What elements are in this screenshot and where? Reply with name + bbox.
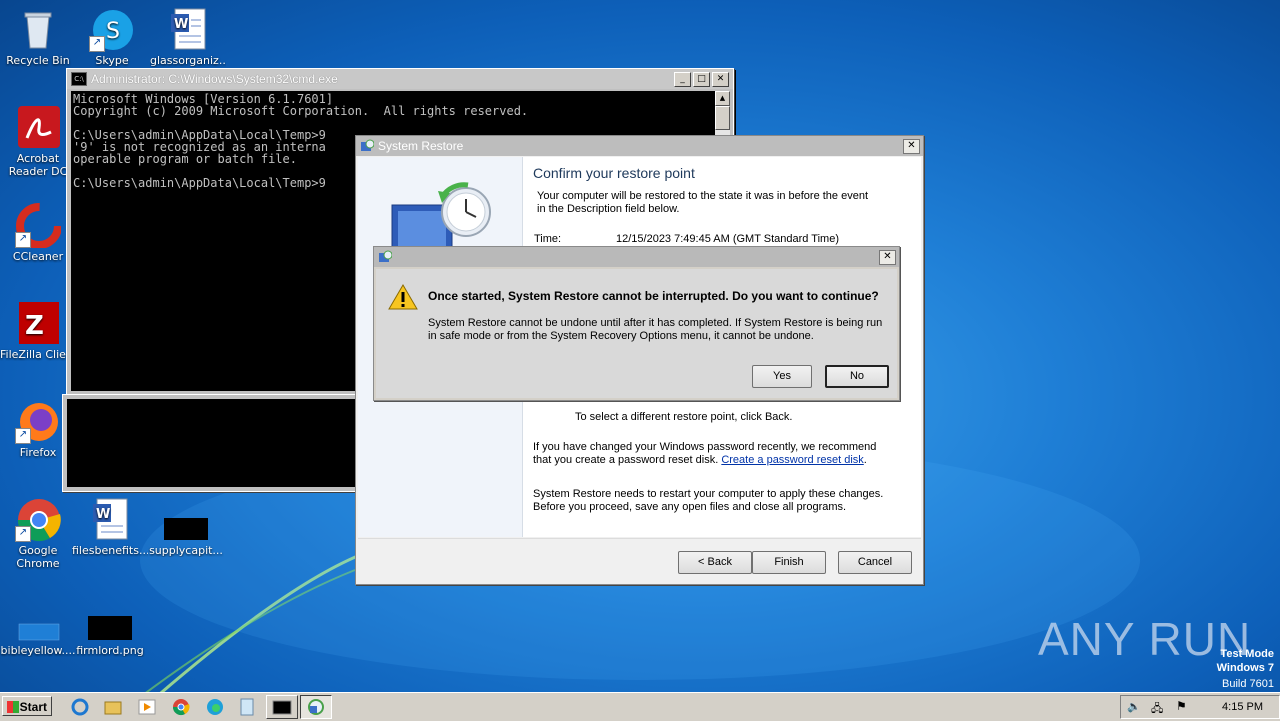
desktop-icon-skype[interactable]: S ↗ Skype	[74, 6, 150, 67]
system-tray: 🔈 🖧 ⚑ 4:15 PM	[1120, 695, 1280, 719]
recycle-bin-icon	[15, 6, 61, 52]
time-value: 12/15/2023 7:49:45 AM (GMT Standard Time…	[616, 233, 839, 245]
time-label: Time:	[534, 233, 562, 245]
desktop-icon-recycle-bin[interactable]: Recycle Bin	[0, 6, 76, 67]
taskbar: Start 🔈 🖧 ⚑ 4:15 PM	[0, 692, 1280, 721]
svg-text:S: S	[106, 19, 120, 44]
scroll-thumb[interactable]	[715, 106, 730, 130]
firefox-icon: ↗	[15, 398, 61, 444]
black-file-icon	[87, 604, 133, 642]
build-label: Build 7601	[1222, 678, 1274, 690]
volume-icon[interactable]: 🔈	[1127, 700, 1141, 713]
system-restore-icon	[361, 139, 374, 151]
password-text-line1: If you have changed your Windows passwor…	[533, 441, 877, 453]
confirm-dialog[interactable]: ✕ Once started, System Restore cannot be…	[373, 246, 900, 401]
clock[interactable]: 4:15 PM	[1222, 701, 1263, 713]
word-document-icon: W	[87, 496, 133, 542]
cmd-titlebar[interactable]: C:\ Administrator: C:\Windows\System32\c…	[67, 69, 733, 89]
cmd-title: Administrator: C:\Windows\System32\cmd.e…	[91, 72, 338, 86]
warning-icon	[388, 284, 418, 310]
dialog-heading: Once started, System Restore cannot be i…	[428, 289, 879, 303]
black-file-icon	[163, 496, 209, 542]
test-mode-label: Test Mode	[1220, 648, 1274, 660]
taskbar-system-restore-button[interactable]	[300, 695, 332, 719]
system-restore-titlebar[interactable]: System Restore ✕	[356, 136, 923, 156]
close-button[interactable]: ✕	[903, 138, 920, 154]
desktop-icon-glassorganiz[interactable]: W glassorganiz...	[150, 6, 226, 67]
desktop-icon-filezilla[interactable]: Z FileZilla Client	[0, 300, 76, 361]
back-button[interactable]: < Back	[678, 551, 752, 574]
svg-text:W: W	[96, 507, 110, 522]
acrobat-icon	[15, 104, 61, 150]
svg-text:W: W	[174, 17, 188, 32]
start-button[interactable]: Start	[2, 696, 52, 716]
svg-text:Z: Z	[25, 311, 44, 341]
desktop-icon-supplycapit[interactable]: supplycapit...	[148, 496, 224, 557]
dialog-message: System Restore cannot be undone until af…	[428, 317, 883, 342]
close-button[interactable]: ✕	[879, 249, 896, 265]
system-restore-icon	[379, 250, 392, 262]
desktop-icon-filesbenefits[interactable]: W filesbenefits...	[72, 496, 148, 557]
cancel-button[interactable]: Cancel	[838, 551, 912, 574]
intro-text-line1: Your computer will be restored to the st…	[537, 190, 868, 202]
restart-text-line2: Before you proceed, save any open files …	[533, 501, 847, 513]
close-button[interactable]: ✕	[712, 71, 729, 87]
finish-button[interactable]: Finish	[752, 551, 826, 574]
chrome-icon: ↗	[15, 496, 61, 542]
skype-icon: S ↗	[89, 6, 135, 52]
desktop-icon-firmlord[interactable]: firmlord.png	[72, 604, 148, 657]
page-title: Confirm your restore point	[533, 165, 695, 181]
anyrun-logo: ANY RUN	[1038, 613, 1252, 665]
action-center-flag-icon[interactable]: ⚑	[1176, 699, 1187, 713]
windows-version-label: Windows 7	[1216, 662, 1274, 674]
edge-icon[interactable]	[205, 697, 225, 717]
scroll-up-arrow-icon[interactable]: ▲	[715, 91, 730, 106]
chrome-icon[interactable]	[171, 697, 191, 717]
system-restore-icon	[308, 699, 324, 715]
ie-icon[interactable]	[70, 697, 90, 717]
filezilla-icon: Z	[15, 300, 61, 346]
blank-file-icon	[15, 604, 61, 642]
maximize-button[interactable]: □	[693, 71, 710, 87]
yes-button[interactable]: Yes	[752, 365, 812, 388]
dialog-titlebar[interactable]: ✕	[374, 247, 899, 267]
network-icon[interactable]: 🖧	[1151, 700, 1163, 719]
ccleaner-icon: ↗	[15, 202, 62, 249]
explorer-icon[interactable]	[103, 697, 123, 717]
media-player-icon[interactable]	[137, 697, 157, 717]
intro-text-line2: in the Description field below.	[537, 203, 680, 215]
desktop-icon-bibleyellow[interactable]: bibleyellow....	[0, 604, 76, 657]
desktop-icon-chrome[interactable]: ↗ Google Chrome	[0, 496, 76, 570]
notepad-icon[interactable]	[237, 697, 257, 717]
cmd-icon	[272, 700, 292, 715]
minimize-button[interactable]: _	[674, 71, 691, 87]
desktop-icon-ccleaner[interactable]: ↗ CCleaner	[0, 202, 76, 263]
different-point-text: To select a different restore point, cli…	[575, 411, 793, 423]
word-document-icon: W	[165, 6, 211, 52]
cmd-icon: C:\	[71, 72, 87, 86]
wizard-footer: < Back Finish Cancel	[358, 538, 921, 583]
desktop-icon-acrobat[interactable]: Acrobat Reader DC	[0, 104, 76, 178]
password-text-line2: that you create a password reset disk. C…	[533, 454, 867, 466]
system-restore-title: System Restore	[378, 139, 464, 153]
no-button[interactable]: No	[825, 365, 889, 388]
password-reset-link[interactable]: Create a password reset disk	[721, 454, 863, 466]
console-line: Copyright (c) 2009 Microsoft Corporation…	[73, 104, 529, 118]
taskbar-cmd-button[interactable]	[266, 695, 298, 719]
restart-text-line1: System Restore needs to restart your com…	[533, 488, 884, 500]
windows-logo-icon	[7, 701, 19, 713]
cmd-window-lower-part	[62, 394, 360, 492]
